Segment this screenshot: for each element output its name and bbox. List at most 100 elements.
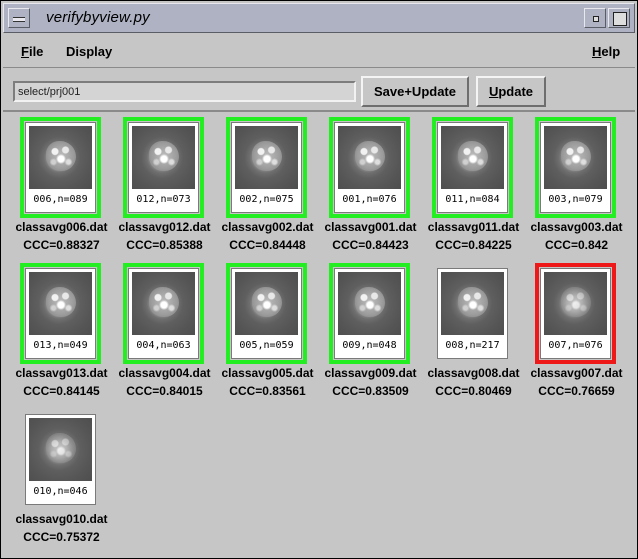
image-card: 011,n=084 <box>437 122 508 213</box>
class-average-image <box>235 272 298 335</box>
image-filename: classavg002.dat <box>221 220 314 234</box>
class-average-image <box>544 126 607 189</box>
image-ccc: CCC=0.84423 <box>332 238 409 252</box>
class-average-image <box>29 126 92 189</box>
image-filename: classavg012.dat <box>118 220 211 234</box>
selection-frame[interactable]: 002,n=075 <box>226 117 307 218</box>
image-filename: classavg006.dat <box>15 220 108 234</box>
selection-frame[interactable]: 003,n=079 <box>535 117 616 218</box>
image-tag: 002,n=075 <box>239 194 294 205</box>
class-average-image <box>132 126 195 189</box>
image-card: 012,n=073 <box>128 122 199 213</box>
image-filename: classavg007.dat <box>530 366 623 380</box>
selection-frame[interactable]: 001,n=076 <box>329 117 410 218</box>
class-average-image <box>29 418 92 481</box>
selection-frame[interactable]: 009,n=048 <box>329 263 410 364</box>
selection-frame[interactable]: 008,n=217 <box>432 263 513 364</box>
image-tag: 007,n=076 <box>548 340 603 351</box>
image-tag: 003,n=079 <box>548 194 603 205</box>
class-average-image <box>441 126 504 189</box>
window-title: verifybyview.py <box>46 9 150 26</box>
selection-frame[interactable]: 004,n=063 <box>123 263 204 364</box>
image-cell: 009,n=048 classavg009.dat CCC=0.83509 <box>316 260 419 405</box>
selection-frame[interactable]: 011,n=084 <box>432 117 513 218</box>
class-average-image <box>544 272 607 335</box>
image-ccc: CCC=0.80469 <box>435 384 512 398</box>
save-update-button[interactable]: Save+Update <box>361 76 469 107</box>
image-card: 013,n=049 <box>25 268 96 359</box>
image-card: 005,n=059 <box>231 268 302 359</box>
image-card: 003,n=079 <box>540 122 611 213</box>
class-average-image <box>29 272 92 335</box>
image-filename: classavg004.dat <box>118 366 211 380</box>
menu-file[interactable]: File <box>21 44 43 59</box>
selection-frame[interactable]: 010,n=046 <box>20 409 101 510</box>
image-cell: 004,n=063 classavg004.dat CCC=0.84015 <box>110 260 213 405</box>
image-card: 007,n=076 <box>540 268 611 359</box>
image-tag: 011,n=084 <box>445 194 500 205</box>
image-tag: 005,n=059 <box>239 340 294 351</box>
image-card: 010,n=046 <box>25 414 96 505</box>
selection-frame[interactable]: 006,n=089 <box>20 117 101 218</box>
menu-display[interactable]: Display <box>66 44 112 59</box>
image-filename: classavg009.dat <box>324 366 417 380</box>
image-cell: 007,n=076 classavg007.dat CCC=0.76659 <box>522 260 625 405</box>
image-tag: 013,n=049 <box>33 340 88 351</box>
image-cell: 005,n=059 classavg005.dat CCC=0.83561 <box>213 260 316 405</box>
class-average-image <box>132 272 195 335</box>
window-menu-icon[interactable] <box>8 8 30 28</box>
image-ccc: CCC=0.88327 <box>23 238 100 252</box>
class-average-image <box>441 272 504 335</box>
image-filename: classavg001.dat <box>324 220 417 234</box>
image-cell: 010,n=046 classavg010.dat CCC=0.75372 <box>7 406 110 551</box>
image-cell: 012,n=073 classavg012.dat CCC=0.85388 <box>110 114 213 259</box>
image-card: 004,n=063 <box>128 268 199 359</box>
image-tag: 008,n=217 <box>445 340 500 351</box>
image-tag: 012,n=073 <box>136 194 191 205</box>
image-card: 008,n=217 <box>437 268 508 359</box>
image-cell: 011,n=084 classavg011.dat CCC=0.84225 <box>419 114 522 259</box>
image-ccc: CCC=0.84448 <box>229 238 306 252</box>
image-cell: 008,n=217 classavg008.dat CCC=0.80469 <box>419 260 522 405</box>
selection-frame[interactable]: 012,n=073 <box>123 117 204 218</box>
class-average-grid: 006,n=089 classavg006.dat CCC=0.88327 01… <box>7 114 635 554</box>
selection-frame[interactable]: 007,n=076 <box>535 263 616 364</box>
image-ccc: CCC=0.84015 <box>126 384 203 398</box>
class-average-image <box>235 126 298 189</box>
image-filename: classavg005.dat <box>221 366 314 380</box>
selection-frame[interactable]: 005,n=059 <box>226 263 307 364</box>
image-card: 009,n=048 <box>334 268 405 359</box>
image-cell: 006,n=089 classavg006.dat CCC=0.88327 <box>7 114 110 259</box>
image-ccc: CCC=0.842 <box>544 238 609 252</box>
menu-bar: File Display Help <box>3 34 635 68</box>
image-card: 001,n=076 <box>334 122 405 213</box>
menu-help[interactable]: Help <box>592 44 620 59</box>
image-ccc: CCC=0.84145 <box>23 384 100 398</box>
minimize-icon[interactable] <box>584 8 606 28</box>
title-bar[interactable]: verifybyview.py <box>3 3 635 33</box>
image-filename: classavg011.dat <box>427 220 520 234</box>
image-tag: 004,n=063 <box>136 340 191 351</box>
image-tag: 009,n=048 <box>342 340 397 351</box>
image-tag: 010,n=046 <box>33 486 88 497</box>
image-cell: 002,n=075 classavg002.dat CCC=0.84448 <box>213 114 316 259</box>
image-filename: classavg008.dat <box>427 366 520 380</box>
image-cell: 003,n=079 classavg003.dat CCC=0.842 <box>522 114 625 259</box>
app-window: verifybyview.py File Display Help Save+U… <box>0 0 638 559</box>
selection-frame[interactable]: 013,n=049 <box>20 263 101 364</box>
output-path-input[interactable] <box>13 81 356 102</box>
maximize-icon[interactable] <box>608 8 630 28</box>
toolbar: Save+Update Update <box>3 68 635 112</box>
image-ccc: CCC=0.83509 <box>332 384 409 398</box>
image-ccc: CCC=0.75372 <box>23 530 100 544</box>
image-filename: classavg013.dat <box>15 366 108 380</box>
image-tag: 006,n=089 <box>33 194 88 205</box>
update-button[interactable]: Update <box>476 76 546 107</box>
image-ccc: CCC=0.85388 <box>126 238 203 252</box>
class-average-image <box>338 272 401 335</box>
image-tag: 001,n=076 <box>342 194 397 205</box>
image-cell: 001,n=076 classavg001.dat CCC=0.84423 <box>316 114 419 259</box>
image-card: 002,n=075 <box>231 122 302 213</box>
image-filename: classavg003.dat <box>530 220 623 234</box>
image-ccc: CCC=0.83561 <box>229 384 306 398</box>
